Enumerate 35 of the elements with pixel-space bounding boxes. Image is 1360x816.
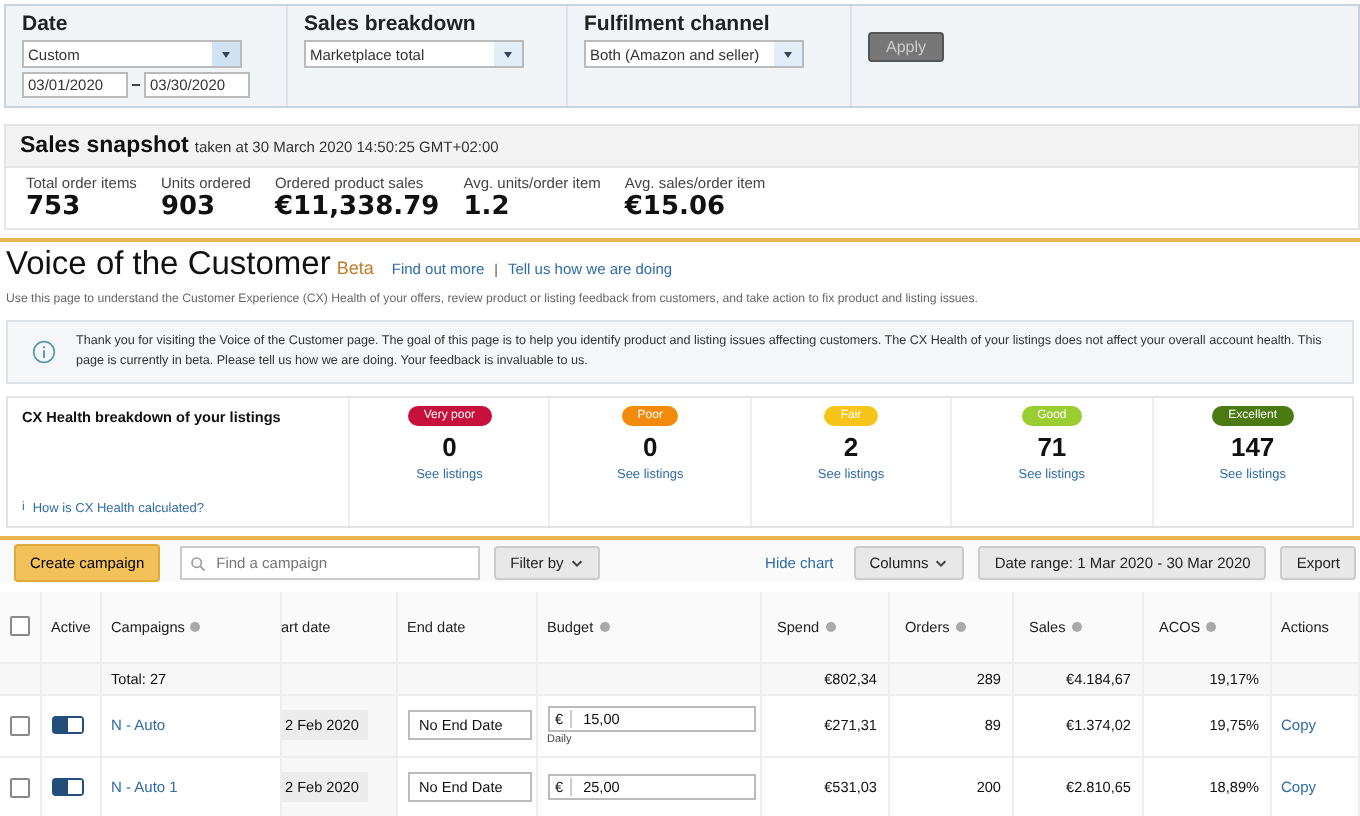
listing-count: 147 <box>1230 431 1275 461</box>
info-icon <box>190 622 201 633</box>
row-checkbox[interactable] <box>10 777 30 798</box>
filter-label: Date <box>22 12 70 36</box>
beta-label: Beta <box>336 258 374 278</box>
info-icon <box>1071 622 1082 633</box>
info-icon <box>32 339 56 364</box>
info-icon <box>599 622 610 633</box>
caret-icon <box>569 555 584 569</box>
metric-value: 1.2 <box>463 192 512 222</box>
listing-count: 0 <box>642 431 658 461</box>
info-icon <box>1206 622 1217 633</box>
listing-count: 71 <box>1037 431 1067 461</box>
row-checkbox[interactable] <box>10 715 30 736</box>
listing-count: 0 <box>442 431 457 461</box>
search-icon <box>190 555 207 571</box>
filter-label: Sales breakdown <box>304 12 478 36</box>
metric-value: 753 <box>26 192 83 222</box>
metric-value: €11,338.79 <box>274 192 440 222</box>
info-icon <box>825 622 836 633</box>
active-toggle[interactable] <box>51 716 83 735</box>
dropdown-icon <box>212 42 240 66</box>
dropdown-icon <box>774 42 802 66</box>
info-icon <box>955 622 966 633</box>
metric-value: 903 <box>160 192 218 222</box>
filter-label: Fulfilment channel <box>584 12 772 36</box>
listing-count: 2 <box>843 431 859 461</box>
caret-icon <box>934 555 949 569</box>
active-toggle[interactable] <box>51 778 83 797</box>
metric-value: €15.06 <box>624 192 728 222</box>
dropdown-icon <box>494 42 522 66</box>
select-all-checkbox[interactable] <box>10 616 30 637</box>
page-title: Voice of the Customer <box>6 246 331 284</box>
dash-icon <box>132 84 140 86</box>
section-title: Sales snapshot <box>20 134 189 158</box>
